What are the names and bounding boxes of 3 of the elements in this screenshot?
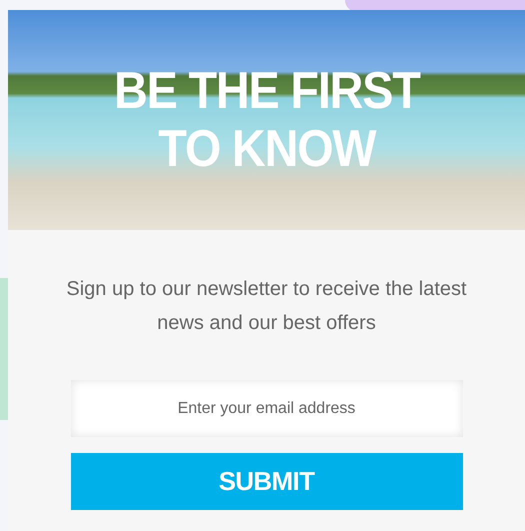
email-field[interactable]: Enter your email address: [70, 380, 462, 437]
description-text: Sign up to our newsletter to receive the latest news and our best offers: [65, 277, 468, 336]
submit-button[interactable]: SUBMIT: [70, 453, 462, 510]
